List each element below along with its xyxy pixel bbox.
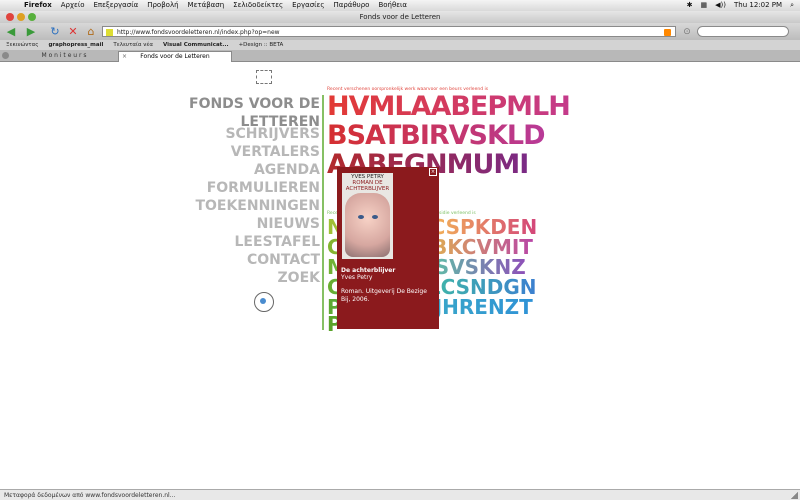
reload-icon[interactable]: ↻ xyxy=(48,25,62,38)
tab-fonds[interactable]: × Fonds voor de Letteren xyxy=(118,51,232,62)
letter-row-1[interactable]: HVMLAABEPMLH xyxy=(327,92,571,122)
nav-formulieren[interactable]: FORMULIEREN xyxy=(207,179,320,197)
bookmark-item[interactable]: Ξεκινώντας xyxy=(6,40,38,50)
clock[interactable]: Thu 12:02 PM xyxy=(734,0,782,11)
nav-contact[interactable]: CONTACT xyxy=(247,251,320,269)
window-controls xyxy=(6,13,36,21)
rss-icon[interactable] xyxy=(664,29,671,36)
letter-row-2[interactable]: BSATBIRVSKLD xyxy=(327,121,546,151)
minimize-window-icon[interactable] xyxy=(17,13,25,21)
search-input[interactable] xyxy=(697,26,789,37)
resize-grip-icon[interactable] xyxy=(791,492,798,499)
home-icon[interactable]: ⌂ xyxy=(84,25,98,38)
tab-bar: M o n i t e u r s × Fonds voor de Letter… xyxy=(0,50,800,62)
browser-toolbar: ◀ ▶ ↻ ✕ ⌂ http://www.fondsvoordeletteren… xyxy=(0,23,800,40)
url-bar[interactable]: http://www.fondsvoordeletteren.nl/index.… xyxy=(102,26,676,37)
menu-help[interactable]: Βοήθεια xyxy=(378,0,407,11)
tab-label: Fonds voor de Letteren xyxy=(140,53,210,60)
book-author: Yves Petry xyxy=(341,274,373,281)
menu-view[interactable]: Προβολή xyxy=(147,0,178,11)
menu-tools[interactable]: Εργασίες xyxy=(292,0,324,11)
bookmark-item[interactable]: Τελευταία νέα xyxy=(113,40,153,50)
menu-bookmarks[interactable]: Σελιδοδείκτες xyxy=(233,0,283,11)
spotlight-icon[interactable]: ⌕ xyxy=(790,0,794,11)
eye-shape xyxy=(358,215,364,219)
cover-title: ROMAN DE ACHTERBLIJVER xyxy=(345,180,390,192)
nav-schrijvers[interactable]: SCHRIJVERS xyxy=(225,125,320,143)
nav-leestafel[interactable]: LEESTAFEL xyxy=(235,233,320,251)
nav-agenda[interactable]: AGENDA xyxy=(254,161,320,179)
bookmarks-toolbar: Ξεκινώντας graphopress_mail Τελευταία νέ… xyxy=(0,40,800,50)
nav-toekenningen[interactable]: TOEKENNINGEN xyxy=(195,197,320,215)
bookmark-item[interactable]: graphopress_mail xyxy=(48,40,103,50)
close-tab-icon[interactable] xyxy=(2,52,9,59)
tab-moniteurs[interactable]: M o n i t e u r s xyxy=(10,51,118,61)
window-title: Fonds voor de Letteren xyxy=(359,13,441,21)
bookmark-item[interactable]: Visual Communicat... xyxy=(163,40,229,50)
window-titlebar: Fonds voor de Letteren xyxy=(0,11,800,23)
url-text: http://www.fondsvoordeletteren.nl/index.… xyxy=(117,29,280,36)
nav-vertalers[interactable]: VERTALERS xyxy=(231,143,320,161)
menu-items: Firefox Αρχείο Επεξεργασία Προβολή Μετάβ… xyxy=(24,0,407,11)
menu-window[interactable]: Παράθυρο xyxy=(333,0,369,11)
close-tab-icon[interactable]: × xyxy=(122,52,127,62)
book-cover-image[interactable]: YVES PETRY ROMAN DE ACHTERBLIJVER xyxy=(342,173,393,259)
baby-face-photo xyxy=(345,193,390,257)
book-title: De achterblijver xyxy=(341,267,396,274)
zoom-window-icon[interactable] xyxy=(28,13,36,21)
book-description: Roman. Uitgeverij De Bezige Bij, 2006. xyxy=(341,288,427,303)
menu-firefox[interactable]: Firefox xyxy=(24,0,52,11)
book-popup[interactable]: × YVES PETRY ROMAN DE ACHTERBLIJVER De a… xyxy=(337,167,439,329)
status-text: Μεταφορά δεδομένων από www.fondsvoordele… xyxy=(4,492,176,499)
globe-icon[interactable] xyxy=(254,292,274,312)
stop-icon[interactable]: ✕ xyxy=(66,25,80,38)
site-favicon-icon xyxy=(106,29,113,36)
forward-icon[interactable]: ▶ xyxy=(24,25,38,38)
nav-zoek[interactable]: ZOEK xyxy=(278,269,320,287)
menubar-extras: ✱ ▦ ◀)) Thu 12:02 PM ⌕ xyxy=(687,0,794,11)
menu-go[interactable]: Μετάβαση xyxy=(188,0,225,11)
menu-edit[interactable]: Επεξεργασία xyxy=(93,0,138,11)
menu-file[interactable]: Αρχείο xyxy=(61,0,85,11)
nav-nieuws[interactable]: NIEUWS xyxy=(257,215,320,233)
divider-line xyxy=(322,95,324,330)
back-icon[interactable]: ◀ xyxy=(4,25,18,38)
flag-icon[interactable]: ▦ xyxy=(701,0,708,11)
close-window-icon[interactable] xyxy=(6,13,14,21)
eye-shape xyxy=(372,215,378,219)
site-logo-icon[interactable] xyxy=(256,70,272,84)
close-icon[interactable]: × xyxy=(429,168,437,176)
status-bar: Μεταφορά δεδομένων από www.fondsvoordele… xyxy=(0,489,800,500)
bluetooth-icon[interactable]: ✱ xyxy=(687,0,693,11)
bookmark-item[interactable]: +Design :: BETA xyxy=(239,40,284,50)
go-icon[interactable]: ⊙ xyxy=(680,25,694,38)
volume-icon[interactable]: ◀)) xyxy=(715,0,726,11)
site-title-line1: FONDS VOOR DE xyxy=(189,96,320,112)
